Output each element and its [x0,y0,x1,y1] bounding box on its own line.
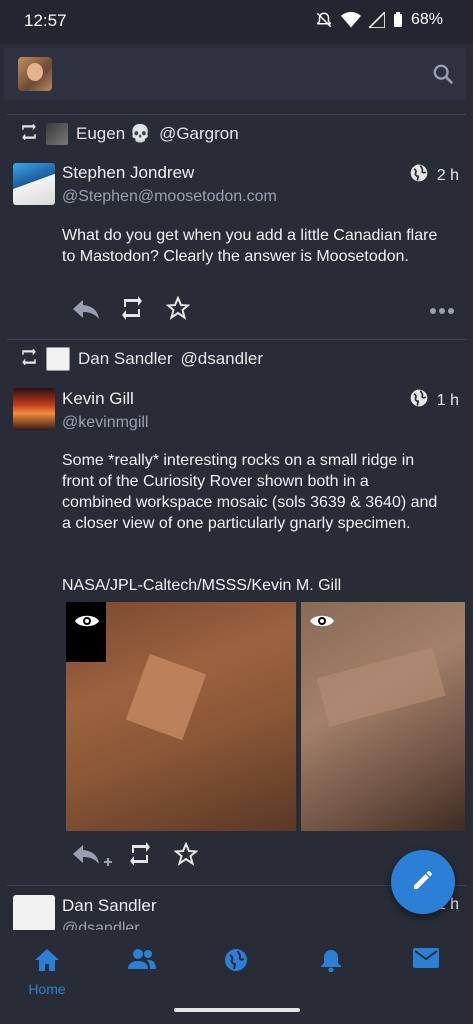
tab-messages[interactable] [396,948,456,973]
rock-shape [125,653,207,741]
tab-people[interactable] [112,948,172,975]
favourite-button[interactable] [173,841,199,871]
compose-button[interactable] [391,850,455,914]
top-bar [4,48,466,100]
boost-button[interactable] [120,296,144,325]
gesture-bar[interactable] [174,1008,300,1012]
reply-icon[interactable] [72,296,100,327]
author-avatar[interactable] [13,163,55,205]
tab-notifications[interactable] [301,948,361,977]
my-avatar[interactable] [18,57,52,91]
boost-icon [20,122,38,145]
author-handle[interactable]: @kevinmgill [62,414,148,432]
globe-icon [409,163,429,188]
tab-home-label: Home [28,981,66,997]
booster-avatar [46,123,68,145]
post-credit: NASA/JPL-Caltech/MSSS/Kevin M. Gill [62,577,342,594]
wifi-icon [340,11,361,29]
search-icon[interactable] [432,63,454,85]
dnd-off-icon [315,11,333,29]
people-icon [128,949,156,974]
signal-icon [368,12,385,28]
more-options-icon[interactable] [430,302,454,320]
booster-handle: @dsandler [180,349,263,368]
divider [7,339,466,340]
globe-icon [409,388,429,413]
media-image[interactable] [301,602,465,831]
post-content: Some *really* interesting rocks on a sma… [62,452,438,532]
tab-home[interactable]: Home [17,948,77,997]
post-time: 1 h [436,391,459,409]
reply-all-icon[interactable] [72,842,112,875]
tab-explore[interactable] [206,948,266,977]
boost-button[interactable] [128,842,152,871]
booster-name: Dan Sandler [78,349,173,368]
booster-name: Eugen 💀 [76,124,152,143]
author-name[interactable]: Dan Sandler [62,896,157,916]
media-image[interactable] [66,602,296,831]
rock-shape [316,647,446,727]
boost-icon [20,347,38,370]
divider [7,114,466,115]
status-bar: 12:57 68% [0,0,473,44]
eye-icon[interactable] [309,612,335,630]
status-time: 12:57 [24,11,67,30]
favourite-button[interactable] [165,295,191,325]
author-name[interactable]: Kevin Gill [62,389,134,409]
booster-handle: @Gargron [159,124,239,143]
post-meta: 1 h [409,388,459,413]
boost-indicator[interactable]: Eugen 💀 @Gargron [20,122,239,146]
author-handle[interactable]: @dsandler [62,920,140,930]
eye-icon[interactable] [74,612,100,630]
booster-avatar [46,347,70,371]
author-handle[interactable]: @Stephen@moosetodon.com [62,188,277,206]
post-actions [72,295,472,327]
battery-percent: 68% [410,11,443,28]
bell-icon [320,950,342,976]
home-icon [34,949,60,976]
mail-icon [413,948,439,972]
author-name[interactable]: Stephen Jondrew [62,163,194,183]
mosaic-gap [66,602,106,662]
pencil-icon [411,868,435,897]
post-meta: 2 h [409,163,459,188]
globe-icon [224,949,248,976]
author-avatar[interactable] [13,388,55,430]
battery-icon [393,12,403,28]
boost-indicator[interactable]: Dan Sandler @dsandler [20,347,263,371]
post-time: 2 h [436,166,459,184]
post-content: What do you get when you add a little Ca… [62,227,438,265]
